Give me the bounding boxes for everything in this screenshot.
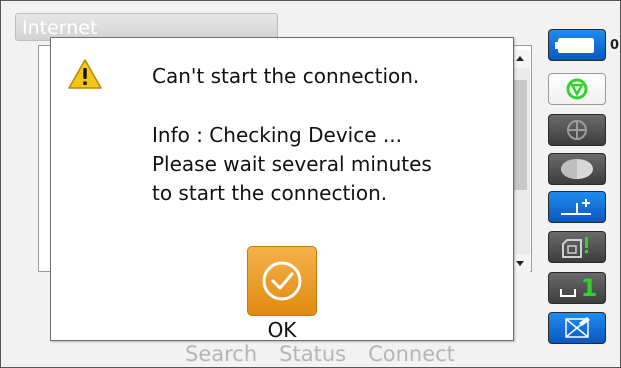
reflector-sheet-icon	[562, 237, 588, 258]
info-line: Please wait several minutes	[152, 152, 432, 176]
warning-icon	[68, 59, 102, 89]
target-prism-button[interactable]	[548, 73, 606, 105]
ok-button[interactable]	[247, 246, 317, 316]
pencil-diamond-icon	[565, 317, 590, 338]
half-circle-icon	[561, 159, 593, 179]
info-line: Info : Checking Device ...	[152, 123, 402, 147]
tilt-offset-button[interactable]	[548, 191, 606, 223]
stylus-button[interactable]	[548, 312, 606, 344]
battery-button[interactable]	[548, 29, 606, 61]
laser-plummet-button[interactable]	[548, 114, 606, 146]
softkey-bar: Search Status Connect	[185, 342, 455, 366]
connection-dialog: Can't start the connection. Info : Check…	[50, 37, 514, 342]
battery-icon	[555, 38, 594, 53]
space-bracket-icon	[559, 289, 576, 297]
input-mode-value: 1	[580, 274, 598, 302]
crosshair-icon	[567, 120, 587, 140]
input-mode-button[interactable]: 1	[548, 272, 606, 304]
check-circle-icon	[262, 261, 302, 301]
dialog-message: Can't start the connection.	[152, 64, 420, 88]
softkey-connect[interactable]: Connect	[368, 342, 455, 366]
prism-icon	[566, 78, 588, 100]
reticle-illumination-button[interactable]	[548, 153, 606, 185]
softkey-search[interactable]: Search	[185, 342, 257, 366]
ok-button-label[interactable]: OK	[247, 318, 317, 342]
softkey-status[interactable]: Status	[279, 342, 346, 366]
dialog-info: Info : Checking Device ... Please wait s…	[152, 121, 432, 208]
prism-count: 0	[610, 38, 620, 53]
target-mode-button[interactable]	[548, 231, 606, 263]
level-plus-icon	[561, 199, 591, 215]
scroll-thumb[interactable]	[512, 80, 527, 190]
info-line: to start the connection.	[152, 181, 388, 205]
